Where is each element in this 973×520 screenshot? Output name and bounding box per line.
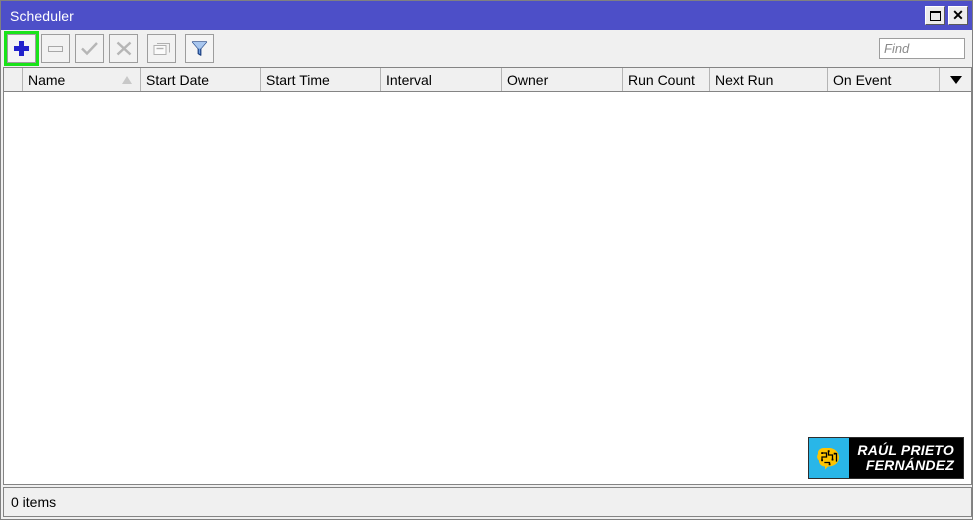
window-controls: ✕ [925,6,972,25]
item-count-label: 0 items [11,494,57,510]
maximize-icon [929,10,941,21]
column-header-start-time-label: Start Time [266,71,330,88]
maximize-button[interactable] [925,6,945,25]
close-icon: ✕ [952,7,964,23]
table-header-row: Name Start Date Start Time Interval Owne… [4,68,971,92]
enable-button[interactable] [75,34,104,63]
column-header-next-run[interactable]: Next Run [710,68,828,91]
titlebar[interactable]: Scheduler ✕ [1,1,972,30]
funnel-icon [191,41,208,56]
column-header-owner[interactable]: Owner [502,68,623,91]
filter-button[interactable] [185,34,214,63]
column-header-name-label: Name [28,71,66,88]
close-button[interactable]: ✕ [948,6,968,25]
column-header-interval-label: Interval [386,71,432,88]
window-title: Scheduler [10,7,74,24]
sort-ascending-icon [122,75,132,84]
minus-icon [48,45,63,52]
comment-button[interactable] [147,34,176,63]
watermark-line-1: RAÚL PRIETO [857,442,954,458]
disable-button[interactable] [109,34,138,63]
column-header-on-event[interactable]: On Event [828,68,940,91]
column-header-start-date-label: Start Date [146,71,210,88]
add-button[interactable] [4,31,39,66]
scheduler-window: Scheduler ✕ Find Name Start Date Start T… [0,0,973,520]
brain-circuit-icon [817,448,840,470]
column-header-name[interactable]: Name [23,68,141,91]
plus-icon [14,41,29,56]
comment-card-icon [153,42,170,55]
scheduler-table: Name Start Date Start Time Interval Owne… [3,67,972,485]
column-header-start-date[interactable]: Start Date [141,68,261,91]
check-icon [81,42,98,56]
column-header-interval[interactable]: Interval [381,68,502,91]
find-container [879,38,965,59]
column-header-on-event-label: On Event [833,71,892,88]
toolbar [1,30,972,67]
statusbar: 0 items [3,487,972,517]
chevron-down-icon [949,75,962,84]
watermark: RAÚL PRIETO FERNÁNDEZ [808,437,964,479]
column-header-flag[interactable] [4,68,23,91]
column-header-run-count-label: Run Count [628,71,695,88]
column-header-start-time[interactable]: Start Time [261,68,381,91]
watermark-text: RAÚL PRIETO FERNÁNDEZ [849,438,963,478]
x-icon [116,41,131,56]
column-header-next-run-label: Next Run [715,71,774,88]
column-header-run-count[interactable]: Run Count [623,68,710,91]
remove-button[interactable] [41,34,70,63]
search-input[interactable] [879,38,965,59]
column-header-owner-label: Owner [507,71,549,88]
column-chooser-button[interactable] [940,68,971,91]
table-body [4,92,971,484]
watermark-logo [809,438,850,478]
watermark-line-2: FERNÁNDEZ [865,457,954,473]
